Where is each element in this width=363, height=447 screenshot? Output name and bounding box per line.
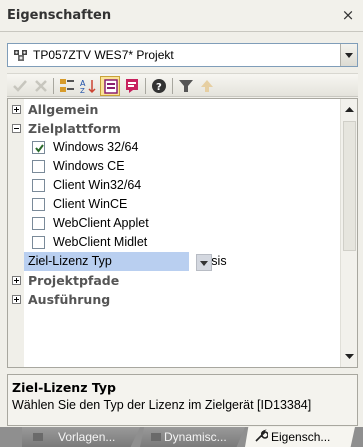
- platform-option-label: WebClient Midlet: [53, 235, 148, 249]
- panel-title: Eigenschaften: [7, 8, 112, 23]
- license-type-value-cell[interactable]: Basis: [190, 252, 341, 271]
- description-text: Wählen Sie den Typ der Lizenz im Zielger…: [12, 398, 312, 412]
- panel-tab-bar: Vorlagen... Dynamisc... Eigensch...: [0, 427, 363, 447]
- categorized-icon[interactable]: [57, 76, 77, 96]
- tab-vorlagen[interactable]: Vorlagen...: [22, 427, 140, 447]
- apply-icon[interactable]: [10, 76, 30, 96]
- toolbar-separator: [145, 78, 146, 94]
- chevron-down-icon[interactable]: [196, 254, 212, 271]
- platform-checkbox[interactable]: [32, 236, 45, 249]
- scroll-up-icon[interactable]: [342, 101, 357, 118]
- properties-wrench-icon: [254, 429, 269, 446]
- category-row-ausfuehrung[interactable]: Ausführung: [8, 290, 341, 309]
- platform-option-row[interactable]: WebClient Applet: [8, 214, 341, 233]
- platform-option-label: Client WinCE: [53, 197, 128, 211]
- tab-label: Vorlagen...: [58, 430, 116, 444]
- alphabetical-icon[interactable]: A Z: [78, 76, 98, 96]
- property-pages-icon[interactable]: [100, 76, 120, 96]
- filter-icon[interactable]: [176, 76, 196, 96]
- category-row-projektpfade[interactable]: Projektpfade: [8, 271, 341, 290]
- description-panel: Ziel-Lizenz Typ Wählen Sie den Typ der L…: [7, 374, 358, 426]
- platform-checkbox[interactable]: [32, 179, 45, 192]
- platform-option-label: Windows 32/64: [53, 140, 139, 154]
- project-icon: [13, 48, 29, 62]
- chevron-down-icon[interactable]: [340, 44, 357, 66]
- delete-icon[interactable]: [31, 76, 51, 96]
- platform-option-row[interactable]: Windows CE: [8, 157, 341, 176]
- tab-dynamisch[interactable]: Dynamisc...: [140, 427, 245, 447]
- vertical-scrollbar[interactable]: [340, 99, 357, 367]
- expand-icon[interactable]: [12, 295, 21, 304]
- platform-checkbox[interactable]: [32, 160, 45, 173]
- platform-option-row[interactable]: Client Win32/64: [8, 176, 341, 195]
- object-selector-value: TP057ZTV WES7* Projekt: [33, 48, 174, 62]
- category-label: Projektpfade: [28, 273, 120, 288]
- close-icon[interactable]: ×: [339, 6, 357, 24]
- platform-checkbox[interactable]: [32, 141, 45, 154]
- scroll-down-icon[interactable]: [342, 348, 357, 365]
- category-row-allgemein[interactable]: Allgemein: [8, 100, 341, 119]
- platform-option-label: Client Win32/64: [53, 178, 142, 192]
- tab-eigenschaften[interactable]: Eigensch...: [245, 427, 355, 447]
- license-type-name-cell[interactable]: Ziel-Lizenz Typ: [24, 252, 189, 271]
- property-grid: Allgemein Zielplattform Windows 32/64 Wi…: [7, 98, 358, 368]
- toolbar-separator: [172, 78, 173, 94]
- category-label: Zielplattform: [28, 121, 121, 136]
- event-pages-icon[interactable]: [122, 76, 142, 96]
- platform-checkbox[interactable]: [32, 217, 45, 230]
- tab-label: Dynamisc...: [164, 430, 227, 444]
- tab-label: Eigensch...: [271, 430, 331, 444]
- category-label: Allgemein: [28, 102, 99, 117]
- panel-title-bar: Eigenschaften ×: [0, 0, 363, 32]
- expand-icon[interactable]: [12, 105, 21, 114]
- help-icon[interactable]: ?: [149, 76, 169, 96]
- platform-option-label: Windows CE: [53, 159, 125, 173]
- platform-option-row[interactable]: Client WinCE: [8, 195, 341, 214]
- description-title: Ziel-Lizenz Typ: [12, 380, 116, 395]
- license-type-row[interactable]: Ziel-Lizenz Typ Basis: [8, 252, 341, 271]
- license-type-name: Ziel-Lizenz Typ: [28, 254, 112, 268]
- platform-option-label: WebClient Applet: [53, 216, 149, 230]
- grid-toolbar: A Z ?: [7, 73, 358, 97]
- expand-icon[interactable]: [12, 276, 21, 285]
- toolbar-separator: [53, 78, 54, 94]
- category-row-zielplattform[interactable]: Zielplattform: [8, 119, 341, 138]
- object-selector[interactable]: TP057ZTV WES7* Projekt: [7, 43, 358, 67]
- category-label: Ausführung: [28, 292, 111, 307]
- svg-text:Z: Z: [80, 87, 85, 94]
- dynamic-icon: [150, 431, 162, 446]
- platform-option-row[interactable]: Windows 32/64: [8, 138, 341, 157]
- svg-text:?: ?: [156, 82, 162, 93]
- up-icon[interactable]: [197, 76, 217, 96]
- platform-option-row[interactable]: WebClient Midlet: [8, 233, 341, 252]
- collapse-icon[interactable]: [12, 124, 21, 133]
- platform-checkbox[interactable]: [32, 198, 45, 211]
- templates-icon: [32, 431, 44, 446]
- scrollbar-thumb[interactable]: [343, 121, 356, 251]
